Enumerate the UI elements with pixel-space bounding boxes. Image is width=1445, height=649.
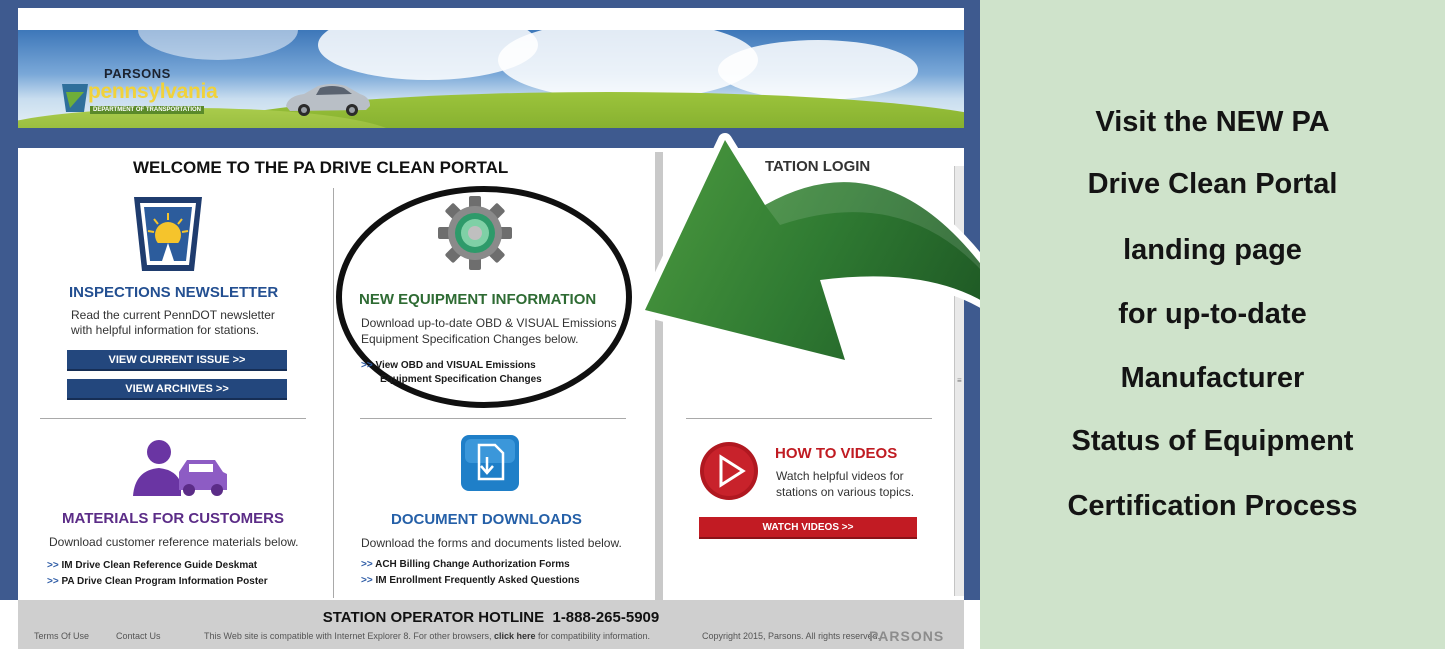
newsletter-title: INSPECTIONS NEWSLETTER <box>69 284 279 301</box>
videos-title: HOW TO VIDEOS <box>775 445 898 462</box>
click-here-link[interactable]: click here <box>494 631 536 641</box>
page-title: WELCOME TO THE PA DRIVE CLEAN PORTAL <box>133 158 509 177</box>
compat-notice: This Web site is compatible with Interne… <box>204 631 650 641</box>
documents-link1-label: ACH Billing Change Authorization Forms <box>375 559 570 570</box>
documents-link2-label: IM Enrollment Frequently Asked Questions <box>375 575 580 586</box>
documents-title: DOCUMENT DOWNLOADS <box>391 511 582 528</box>
promo-line: Certification Process <box>1067 490 1358 522</box>
frame-left <box>0 0 18 600</box>
documents-link-ach[interactable]: >> ACH Billing Change Authorization Form… <box>361 559 570 570</box>
link-arrow: >> <box>47 576 59 587</box>
compat-text-end: for compatibility information. <box>538 631 651 641</box>
footer: STATION OPERATOR HOTLINE 1-888-265-5909 … <box>18 600 964 649</box>
cloud <box>138 30 298 60</box>
brand-department: DEPARTMENT OF TRANSPORTATION <box>90 106 204 114</box>
link-arrow: >> <box>47 560 59 571</box>
cloud <box>718 40 918 100</box>
view-archives-button[interactable]: VIEW ARCHIVES >> <box>67 379 287 400</box>
equipment-link-cont[interactable]: Equipment Specification Changes <box>380 374 542 385</box>
customers-link-deskmat[interactable]: >> IM Drive Clean Reference Guide Deskma… <box>47 560 257 571</box>
row-divider <box>40 418 306 419</box>
compat-text: This Web site is compatible with Interne… <box>204 631 492 641</box>
customers-link2-label: PA Drive Clean Program Information Poste… <box>61 576 268 587</box>
terms-link[interactable]: Terms Of Use <box>34 631 89 641</box>
promo-line: Drive Clean Portal <box>1087 168 1338 200</box>
penndot-logo: pennsylvania DEPARTMENT OF TRANSPORTATIO… <box>62 80 262 122</box>
person-car-icon <box>133 440 227 496</box>
watch-videos-button[interactable]: WATCH VIDEOS >> <box>699 517 917 539</box>
column-divider <box>333 188 334 598</box>
equipment-link[interactable]: >> View OBD and VISUAL Emissions <box>361 360 536 371</box>
keystone-logo-icon <box>62 84 88 112</box>
newsletter-text: with helpful information for stations. <box>71 323 260 337</box>
frame-top <box>0 0 980 8</box>
equipment-text: Download up-to-date OBD & VISUAL Emissio… <box>361 316 617 330</box>
promo-line: Manufacturer <box>1120 362 1305 394</box>
videos-text: stations on various topics. <box>776 485 915 499</box>
row-divider <box>360 418 626 419</box>
link-arrow: >> <box>361 575 373 586</box>
play-icon <box>700 442 758 500</box>
link-arrow: >> <box>361 360 373 371</box>
promo-line: landing page <box>1123 234 1302 266</box>
brand-state: pennsylvania <box>88 80 218 103</box>
customers-title: MATERIALS FOR CUSTOMERS <box>62 510 284 527</box>
contact-link[interactable]: Contact Us <box>116 631 161 641</box>
documents-link-faq[interactable]: >> IM Enrollment Frequently Asked Questi… <box>361 575 580 586</box>
car-image <box>286 84 370 116</box>
equipment-title: NEW EQUIPMENT INFORMATION <box>359 291 597 308</box>
equipment-text: Equipment Specification Changes below. <box>361 332 579 346</box>
portal-screenshot: PARSONS pennsylvania DEPARTMENT OF TRANS… <box>0 0 1042 649</box>
parsons-logo: PARSONS <box>104 66 171 81</box>
footer-logo: PARSONS <box>869 628 945 644</box>
promo-line: Visit the NEW PA <box>1095 106 1330 138</box>
promo-line: for up-to-date <box>1118 298 1307 330</box>
videos-text: Watch helpful videos for <box>776 469 904 483</box>
customers-link-poster[interactable]: >> PA Drive Clean Program Information Po… <box>47 576 268 587</box>
promo-panel: Visit the NEW PA Drive Clean Portal land… <box>980 0 1445 649</box>
link-arrow: >> <box>361 559 373 570</box>
document-download-icon <box>461 435 519 491</box>
documents-text: Download the forms and documents listed … <box>361 536 622 550</box>
newsletter-text: Read the current PennDOT newsletter <box>71 308 275 322</box>
customers-link1-label: IM Drive Clean Reference Guide Deskmat <box>61 560 258 571</box>
keystone-sun-icon <box>134 197 202 271</box>
copyright-text: Copyright 2015, Parsons. All rights rese… <box>702 631 881 641</box>
equipment-link-line1: View OBD and VISUAL Emissions <box>375 360 536 371</box>
customers-text: Download customer reference materials be… <box>49 535 299 549</box>
promo-line: Status of Equipment <box>1071 425 1354 457</box>
view-current-issue-button[interactable]: VIEW CURRENT ISSUE >> <box>67 350 287 371</box>
hotline-text: STATION OPERATOR HOTLINE 1-888-265-5909 <box>322 609 660 626</box>
